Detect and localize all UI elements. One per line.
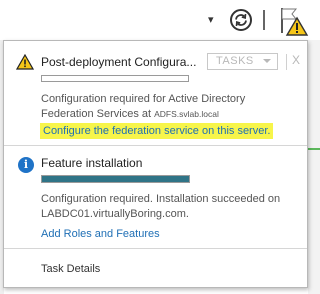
- progress-fill: [42, 176, 189, 182]
- server-manager-toolbar: ▾: [0, 0, 320, 40]
- description-text: Federation Services at: [41, 108, 152, 120]
- progress-bar: [41, 175, 190, 183]
- description-line: LABDC01.virtuallyBoring.com.: [41, 208, 189, 220]
- task-details-link[interactable]: Task Details: [41, 263, 100, 275]
- info-icon: i: [18, 157, 34, 173]
- notification-description: Configuration required. Installation suc…: [41, 192, 301, 222]
- chevron-down-icon: [263, 59, 271, 63]
- progress-bar: [41, 75, 189, 82]
- close-icon[interactable]: X: [292, 53, 300, 67]
- description-line: Configuration required. Installation suc…: [41, 193, 281, 205]
- description-line: Configuration required for Active Direct…: [41, 93, 246, 105]
- notifications-popup: Post-deployment Configura... TASKS X Con…: [3, 40, 308, 288]
- description-line: Federation Services at ADFS.svlab.local: [41, 107, 301, 122]
- notification-title: Feature installation: [41, 156, 143, 170]
- configure-federation-link[interactable]: Configure the federation service on this…: [40, 123, 274, 139]
- notification-post-deployment: Post-deployment Configura... TASKS X Con…: [4, 41, 307, 145]
- warning-icon: [15, 53, 35, 70]
- tasks-label: TASKS: [216, 55, 254, 67]
- separator: [286, 54, 287, 70]
- background-panel: [308, 40, 320, 294]
- refresh-icon[interactable]: [228, 7, 254, 33]
- notification-feature-installation: i Feature installation Configuration req…: [4, 145, 307, 248]
- background-accent-line: [308, 148, 320, 150]
- add-roles-features-link[interactable]: Add Roles and Features: [41, 228, 160, 240]
- chevron-down-icon[interactable]: ▾: [208, 13, 214, 26]
- task-details-section: Task Details: [4, 248, 307, 289]
- server-name: ADFS.svlab.local: [154, 109, 219, 119]
- toolbar-separator: [263, 10, 265, 30]
- notification-description: Configuration required for Active Direct…: [41, 92, 301, 122]
- notification-flag-warning-icon[interactable]: [276, 4, 312, 38]
- tasks-dropdown-button[interactable]: TASKS: [207, 53, 278, 70]
- notification-title: Post-deployment Configura...: [41, 55, 197, 69]
